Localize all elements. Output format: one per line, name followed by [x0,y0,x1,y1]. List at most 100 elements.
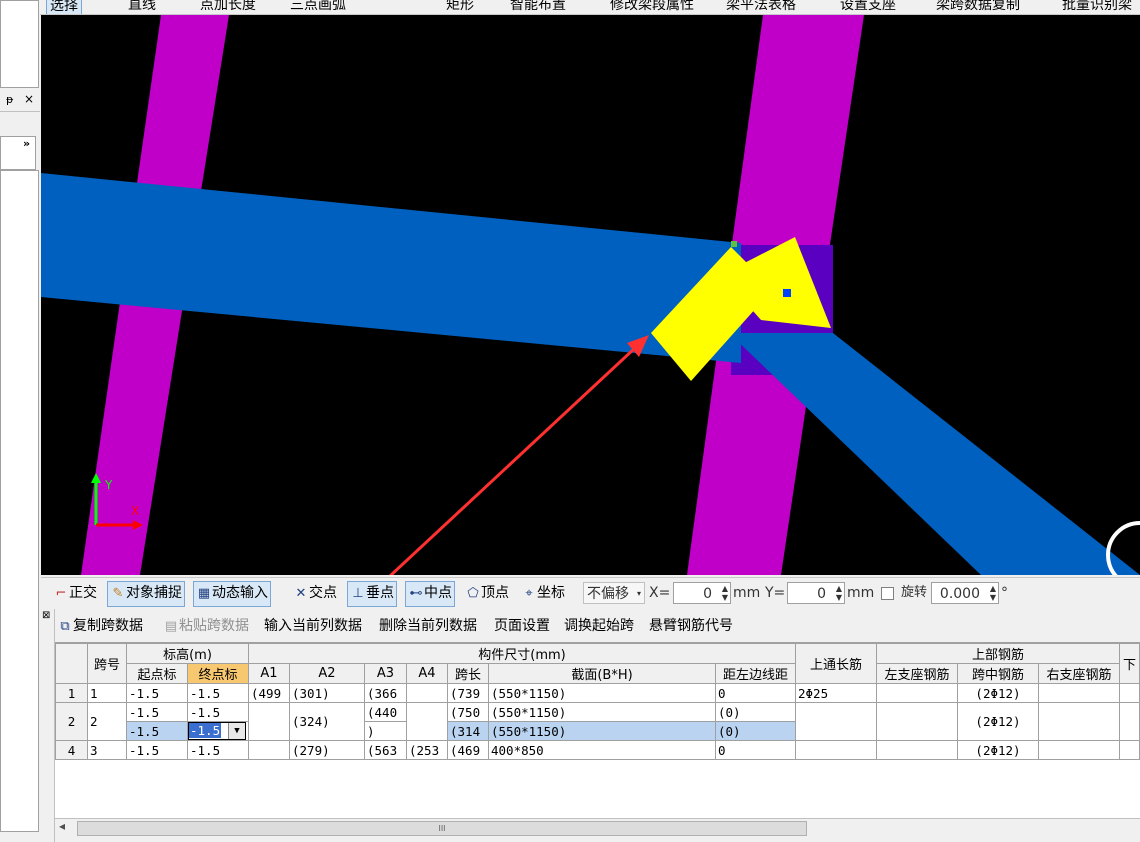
dropdown-arrow-icon[interactable]: ▼ [228,723,245,739]
header-next[interactable]: 下 [1119,643,1140,684]
horizontal-scrollbar[interactable]: ◂ III [55,818,1140,836]
cell-span-length-2[interactable]: (314 [447,721,489,741]
scroll-left-icon[interactable]: ◂ [59,819,65,833]
cell-next[interactable] [1119,702,1140,741]
tool-point-length[interactable]: 点加长度 [200,0,256,14]
cell-mid-span[interactable]: (2Φ12) [957,683,1039,703]
header-section[interactable]: 截面(B*H) [488,663,716,684]
cell-start-elev[interactable]: -1.5 [126,740,188,760]
cell-a3[interactable]: (440 [364,702,407,722]
delete-column-button[interactable]: 删除当前列数据 [379,615,477,637]
cell-a3[interactable]: (366 [364,683,407,703]
cell-next[interactable] [1119,740,1140,760]
cell-a4[interactable] [406,683,448,703]
cell-a1[interactable] [248,740,290,760]
cell-edge-distance[interactable]: 0 [715,740,796,760]
cell-mid-span[interactable]: (2Φ12) [957,702,1039,741]
cell-next[interactable] [1119,683,1140,703]
cell-a4[interactable] [406,702,448,741]
tool-span-copy[interactable]: 梁跨数据复制 [936,0,1020,14]
tool-batch-identify[interactable]: 批量识别梁 [1062,0,1132,14]
rotate-input[interactable]: 0.000 ▲ ▼ [931,582,999,604]
header-right-support[interactable]: 右支座钢筋 [1038,663,1120,684]
cell-top-through[interactable] [795,740,877,760]
cell-top-through[interactable] [795,702,877,741]
tool-beam-table[interactable]: 梁平法表格 [726,0,796,14]
cell-section[interactable]: 400*850 [488,740,716,760]
tool-set-support[interactable]: 设置支座 [840,0,896,14]
cell-span-length[interactable]: (750 [447,702,489,722]
intersection-button[interactable]: ✕ 交点 [291,581,339,605]
perpendicular-button[interactable]: ⊥ 垂点 [347,581,397,607]
row-number[interactable]: 2 [55,702,88,741]
cell-a1[interactable] [248,702,290,741]
tool-select[interactable]: 选择 [46,0,82,14]
panel-close-icon[interactable]: ⊠ [42,610,50,621]
page-setup-button[interactable]: 页面设置 [494,615,550,637]
tool-rectangle[interactable]: 矩形 [446,0,474,14]
header-dimensions[interactable]: 构件尺寸(mm) [248,643,796,664]
x-input[interactable]: 0 ▲ ▼ [673,582,731,604]
rotate-checkbox[interactable] [881,587,894,600]
cell-section-2[interactable]: (550*1150) [488,721,716,741]
grip-point[interactable] [783,289,791,297]
cell-edge-distance[interactable]: 0 [715,683,796,703]
cell-a2[interactable]: (324) [289,702,365,741]
cell-a2[interactable]: (301) [289,683,365,703]
cell-a4[interactable]: (253 [406,740,448,760]
cell-start-elev[interactable]: -1.5 [126,683,188,703]
cell-section[interactable]: (550*1150) [488,683,716,703]
cell-a3-cont[interactable]: ) [364,721,407,741]
cell-mid-span[interactable]: (2Φ12) [957,740,1039,760]
cell-span-length[interactable]: (739 [447,683,489,703]
cell-top-through[interactable]: 2Φ25 [795,683,877,703]
header-left-support[interactable]: 左支座钢筋 [876,663,958,684]
cell-end-elev[interactable]: -1.5 [187,740,249,760]
header-top-through[interactable]: 上通长筋 [795,643,877,684]
cell-start-elev[interactable]: -1.5 [126,702,188,722]
header-a3[interactable]: A3 [364,663,407,684]
header-top-rebar[interactable]: 上部钢筋 [876,643,1120,664]
offset-select[interactable]: 不偏移 ▾ [583,582,645,604]
cell-start-elev-2[interactable]: -1.5 [126,721,188,741]
cell-section[interactable]: (550*1150) [488,702,716,722]
header-a4[interactable]: A4 [406,663,448,684]
coordinate-button[interactable]: ⌖ 坐标 [519,581,567,605]
cell-a2[interactable]: (279) [289,740,365,760]
cell-left-support[interactable] [876,740,958,760]
row-number[interactable]: 1 [55,683,88,703]
row-number[interactable]: 4 [55,740,88,760]
cell-edge-distance-2[interactable]: (0) [715,721,796,741]
grip-point-green[interactable] [731,241,737,247]
end-elev-combobox[interactable]: -1.5 ▼ [188,722,246,740]
cell-left-support[interactable] [876,702,958,741]
cell-right-support[interactable] [1038,740,1120,760]
cell-span[interactable]: 1 [87,683,127,703]
object-snap-button[interactable]: ✎ 对象捕捉 [107,581,185,607]
header-end-elev[interactable]: 终点标 [187,663,249,684]
drawing-canvas[interactable]: Y X [41,15,1140,575]
cell-end-elev[interactable]: -1.5 [187,702,249,722]
rotate-spinner-icon[interactable]: ▲ ▼ [990,584,996,602]
header-start-elev[interactable]: 起点标 [126,663,188,684]
expand-icon[interactable]: » [23,137,30,150]
cell-left-support[interactable] [876,683,958,703]
copy-span-button[interactable]: ⧉ 复制跨数据 [57,615,143,638]
header-span-length[interactable]: 跨长 [447,663,489,684]
cantilever-code-button[interactable]: 悬臂钢筋代号 [649,615,733,637]
pin-icon[interactable]: ᵽ [6,93,13,106]
cell-right-support[interactable] [1038,683,1120,703]
header-a2[interactable]: A2 [289,663,365,684]
y-spinner-icon[interactable]: ▲ ▼ [836,584,842,602]
cell-a1[interactable]: (499 [248,683,290,703]
tool-smart-layout[interactable]: 智能布置 [510,0,566,14]
tool-modify-beam-props[interactable]: 修改梁段属性 [610,0,694,14]
dynamic-input-button[interactable]: ▦ 动态输入 [193,581,271,607]
cell-end-elev-editor[interactable]: -1.5 ▼ [187,721,249,741]
vertex-button[interactable]: ⬠ 顶点 [463,581,511,605]
tool-line[interactable]: 直线 [128,0,156,14]
header-a1[interactable]: A1 [248,663,290,684]
x-spinner-icon[interactable]: ▲ ▼ [722,584,728,602]
paste-span-button[interactable]: ▤ 粘贴跨数据 [163,615,249,638]
adjust-start-span-button[interactable]: 调换起始跨 [564,615,634,637]
